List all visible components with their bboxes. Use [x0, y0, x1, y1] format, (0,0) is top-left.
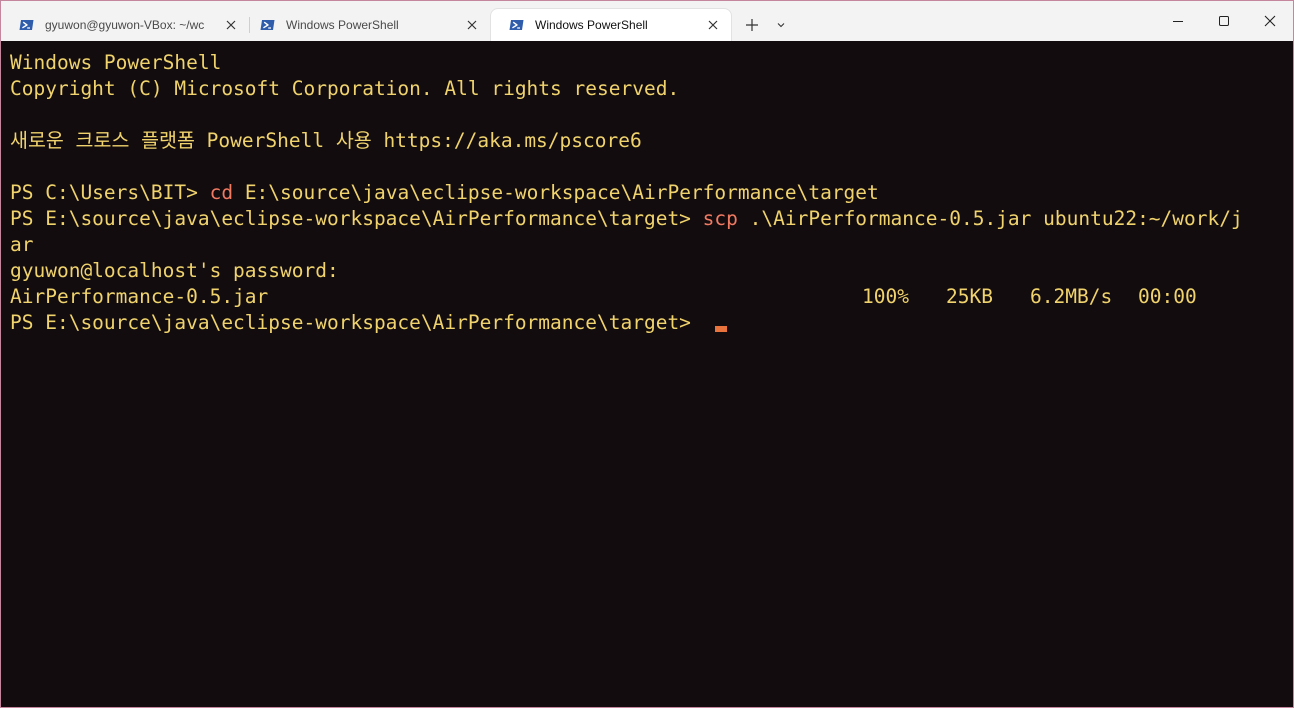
- terminal-window: gyuwon@gyuwon-VBox: ~/wc Windows PowerSh…: [0, 0, 1294, 708]
- terminal-line: PS C:\Users\BIT> cd E:\source\java\eclip…: [10, 180, 1293, 206]
- minimize-button[interactable]: [1155, 1, 1201, 41]
- terminal-line: PS E:\source\java\eclipse-workspace\AirP…: [10, 206, 1293, 232]
- terminal-line-empty: [10, 154, 1293, 180]
- text-cursor: [714, 326, 727, 332]
- terminal-line-empty: [10, 102, 1293, 128]
- transfer-time: 00:00: [1138, 285, 1197, 308]
- tab-title: Windows PowerShell: [286, 18, 399, 32]
- terminal-line-current: PS E:\source\java\eclipse-workspace\AirP…: [10, 310, 1293, 336]
- command-args: E:\source\java\eclipse-workspace\AirPerf…: [233, 181, 879, 204]
- tab-title: gyuwon@gyuwon-VBox: ~/wc: [45, 18, 205, 32]
- terminal-text: Copyright (C) Microsoft Corporation. All…: [10, 77, 680, 100]
- transfer-file: AirPerformance-0.5.jar: [10, 285, 269, 308]
- command: scp: [702, 207, 738, 230]
- terminal-line: gyuwon@localhost's password:: [10, 258, 1293, 284]
- minimize-icon: [1173, 21, 1183, 22]
- terminal-line: Copyright (C) Microsoft Corporation. All…: [10, 76, 1293, 102]
- close-icon: [1264, 15, 1276, 27]
- tab-powershell-1[interactable]: Windows PowerShell: [242, 9, 490, 41]
- maximize-button[interactable]: [1201, 1, 1247, 41]
- command-args: .\AirPerformance-0.5.jar ubuntu22:~/work…: [737, 207, 1243, 230]
- tab-dropdown-button[interactable]: [769, 13, 793, 37]
- close-icon[interactable]: [223, 17, 239, 33]
- terminal-line: ar: [10, 232, 1293, 258]
- chevron-down-icon: [777, 23, 785, 28]
- tab-title: Windows PowerShell: [535, 18, 648, 32]
- window-close-button[interactable]: [1247, 1, 1293, 41]
- terminal-output[interactable]: Windows PowerShell Copyright (C) Microso…: [1, 41, 1293, 707]
- tab-ubuntu[interactable]: gyuwon@gyuwon-VBox: ~/wc: [1, 9, 249, 41]
- powershell-icon: [260, 20, 275, 30]
- powershell-icon: [19, 20, 34, 30]
- close-icon[interactable]: [705, 17, 721, 33]
- terminal-text: gyuwon@localhost's password:: [10, 259, 339, 282]
- maximize-icon: [1219, 16, 1229, 26]
- transfer-rate: 6.2MB/s: [1030, 285, 1113, 308]
- transfer-percent: 100%: [862, 285, 909, 308]
- transfer-stats: AirPerformance-0.5.jar 100% 25KB 6.2MB/s 00:…: [10, 284, 1293, 310]
- terminal-text: Windows PowerShell: [10, 51, 222, 74]
- powershell-icon: [509, 20, 524, 30]
- command: cd: [209, 181, 234, 204]
- tab-bar: gyuwon@gyuwon-VBox: ~/wc Windows PowerSh…: [1, 1, 1293, 41]
- prompt: PS E:\source\java\eclipse-workspace\AirP…: [10, 311, 703, 334]
- prompt: PS E:\source\java\eclipse-workspace\AirP…: [10, 207, 703, 230]
- transfer-size: 25KB: [946, 285, 993, 308]
- prompt: PS C:\Users\BIT>: [10, 181, 210, 204]
- close-icon[interactable]: [464, 17, 480, 33]
- terminal-line: Windows PowerShell: [10, 50, 1293, 76]
- terminal-text: 새로운 크로스 플랫폼 PowerShell 사용 https://aka.ms…: [10, 129, 642, 152]
- plus-icon: [746, 19, 758, 31]
- terminal-line: 새로운 크로스 플랫폼 PowerShell 사용 https://aka.ms…: [10, 128, 1293, 154]
- command-args-wrap: ar: [10, 233, 34, 256]
- tab-powershell-2[interactable]: Windows PowerShell: [491, 9, 731, 41]
- new-tab-button[interactable]: [739, 13, 765, 37]
